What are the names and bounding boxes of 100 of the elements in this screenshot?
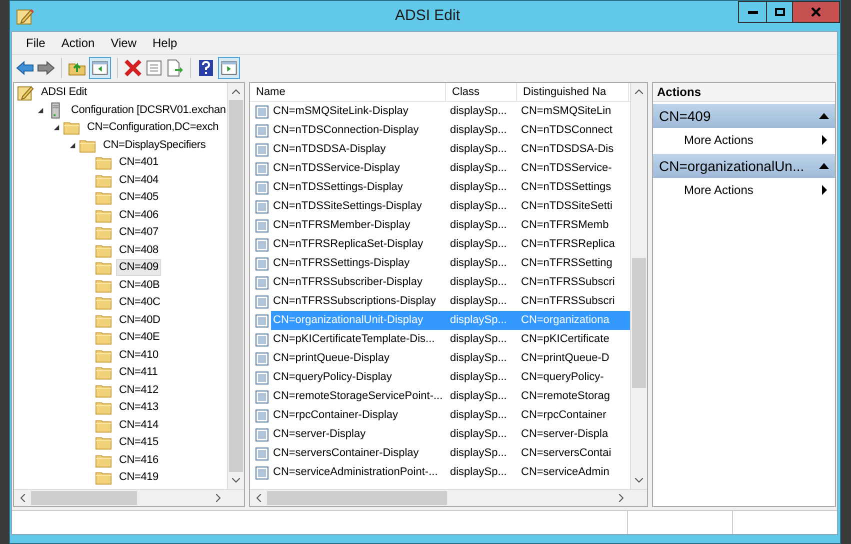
submenu-arrow-icon <box>822 185 827 195</box>
help-icon[interactable] <box>197 58 215 76</box>
back-arrow-icon[interactable] <box>16 60 34 76</box>
table-cell-text: displaySp... <box>449 446 508 462</box>
collapse-caret-icon[interactable] <box>819 113 829 119</box>
list-row[interactable]: CN=serviceAdministrationPoint-... displaySp... CN=serviceAdmin <box>271 463 630 482</box>
tree-item[interactable]: CN=409 <box>116 259 162 276</box>
table-cell-text: CN=nTFRSSettings-Display <box>272 256 411 272</box>
tree-item[interactable]: CN=40C <box>116 294 164 312</box>
export-list-icon[interactable] <box>166 58 184 76</box>
table-cell-text: CN=nTFRSSubscriber-Display <box>272 275 424 290</box>
list-row[interactable]: CN=nTFRSSubscriptions-Display displaySp... CN=nTFRSSubscri <box>271 292 630 311</box>
table-cell-text: CN=pKICertificate <box>520 332 610 348</box>
list-row[interactable]: CN=nTFRSSettings-Display displaySp... CN=nTFRSSetting <box>271 254 630 273</box>
list-row[interactable]: CN=pKICertificateTemplate-Dis... displaySp... CN=pKICertificate <box>271 330 630 349</box>
tree-item[interactable]: CN=Configuration,DC=exch <box>84 119 222 136</box>
list-row[interactable]: CN=nTDSDSA-Display displaySp... CN=nTDSDSA-Dis <box>271 140 630 159</box>
table-cell-text: CN=serversContainer-Display <box>272 446 420 462</box>
column-header[interactable]: Name <box>250 83 446 101</box>
scrollbar-thumb[interactable] <box>229 100 243 472</box>
tree-item[interactable]: CN=405 <box>116 189 162 206</box>
action-group-header[interactable]: CN=409 <box>653 104 835 128</box>
scrollbar-thumb[interactable] <box>632 258 646 388</box>
table-cell-text: CN=serversContai <box>520 446 612 462</box>
list-row[interactable]: CN=server-Display displaySp... CN=server-Displa <box>271 425 630 444</box>
document-list-icon <box>255 294 269 308</box>
tree-item[interactable]: CN=414 <box>116 416 162 434</box>
menu-item[interactable]: View <box>104 33 142 53</box>
column-header[interactable]: Distinguished Na <box>517 83 629 101</box>
menu-item[interactable]: File <box>20 33 52 53</box>
menu-item[interactable]: Action <box>55 33 101 53</box>
tree-item[interactable]: CN=407 <box>116 224 162 242</box>
document-list-icon <box>255 428 269 442</box>
table-cell-text: CN=nTDSSettings-Display <box>272 180 404 196</box>
table-cell-text: CN=rpcContainer <box>520 408 606 424</box>
table-cell-text: CN=nTFRSSubscri <box>520 275 615 290</box>
tree-item[interactable]: CN=412 <box>116 382 162 399</box>
table-cell-text: CN=nTDSSiteSetti <box>520 199 612 214</box>
tree-item[interactable]: CN=DisplaySpecifiers <box>100 136 209 154</box>
list-row[interactable]: CN=nTDSConnection-Display displaySp... CN=nTDSConnect <box>271 121 630 140</box>
list-row[interactable]: CN=nTDSService-Display displaySp... CN=nTDSService- <box>271 159 630 178</box>
list-row[interactable]: CN=queryPolicy-Display displaySp... CN=queryPolicy- <box>271 368 630 387</box>
delete-icon[interactable] <box>124 58 142 76</box>
table-cell-text: displaySp... <box>449 275 508 290</box>
table-cell-text: CN=queryPolicy-Display <box>272 370 393 386</box>
document-list-icon <box>255 370 269 384</box>
table-cell-text: CN=nTDSConnect <box>520 123 612 138</box>
column-header[interactable]: Class <box>446 83 517 101</box>
close-icon <box>811 7 821 17</box>
tree-item[interactable]: CN=404 <box>116 172 162 189</box>
tree-item[interactable]: CN=419 <box>116 469 162 486</box>
pane-toggle-icon[interactable] <box>89 56 111 78</box>
document-list-icon <box>255 276 269 290</box>
close-button[interactable] <box>793 2 839 22</box>
tree-item[interactable]: CN=410 <box>116 346 162 364</box>
table-cell-text: CN=nTFRSMember-Display <box>272 218 412 234</box>
document-list-icon <box>255 104 269 118</box>
tree-item[interactable]: CN=411 <box>116 364 161 382</box>
tree-item[interactable]: CN=413 <box>116 399 162 416</box>
list-row[interactable]: CN=serversContainer-Display displaySp... CN=serversContai <box>271 444 630 463</box>
tree-item[interactable]: CN=40D <box>116 312 164 329</box>
document-list-icon <box>255 238 269 252</box>
tree-item[interactable]: CN=416 <box>116 452 162 469</box>
table-cell-text: CN=nTDSSiteSettings-Display <box>272 199 423 214</box>
table-cell-text: CN=remoteStorag <box>520 389 610 404</box>
list-row[interactable]: CN=nTFRSSubscriber-Display displaySp... CN=nTFRSSubscri <box>271 273 630 292</box>
tree-item[interactable]: CN=40E <box>116 329 163 346</box>
action-link[interactable]: More Actions <box>684 181 754 199</box>
tree-item[interactable]: Configuration [DCSRV01.exchan <box>68 102 227 119</box>
scrollbar-thumb[interactable] <box>267 491 447 505</box>
list-row[interactable]: CN=nTDSSiteSettings-Display displaySp... CN=nTDSSiteSetti <box>271 197 630 216</box>
list-row[interactable]: CN=mSMQSiteLink-Display displaySp... CN=mSMQSiteLin <box>271 102 630 121</box>
document-list-icon <box>255 390 269 404</box>
action-group-header[interactable]: CN=organizationalUn... <box>653 154 835 178</box>
scrollbar-thumb[interactable] <box>31 491 137 505</box>
properties-icon[interactable] <box>145 58 163 76</box>
table-cell-text: displaySp... <box>449 370 508 386</box>
tree-item[interactable]: CN=40B <box>116 276 163 294</box>
list-row[interactable]: CN=nTFRSReplicaSet-Display displaySp... CN=nTFRSReplica <box>271 235 630 254</box>
list-row[interactable]: CN=printQueue-Display displaySp... CN=printQueue-D <box>271 349 630 368</box>
list-row[interactable]: CN=nTDSSettings-Display displaySp... CN=nTDSSettings <box>271 178 630 197</box>
tree-item[interactable]: CN=406 <box>116 206 162 224</box>
table-cell-text: CN=mSMQSiteLin <box>520 104 612 120</box>
tree-item[interactable]: ADSI Edit <box>38 84 90 102</box>
collapse-caret-icon[interactable] <box>819 163 829 169</box>
menu-item[interactable]: Help <box>146 33 184 53</box>
list-row[interactable]: CN=remoteStorageServicePoint-... displaySp... CN=remoteStorag <box>271 387 630 406</box>
table-cell-text: CN=nTFRSMemb <box>520 218 609 234</box>
list-row[interactable]: CN=nTFRSMember-Display displaySp... CN=nTFRSMemb <box>271 216 630 235</box>
forward-arrow-icon[interactable] <box>37 60 55 76</box>
action-link[interactable]: More Actions <box>684 131 754 149</box>
document-list-icon <box>255 218 269 232</box>
document-list-icon <box>255 200 269 214</box>
list-row[interactable]: CN=rpcContainer-Display displaySp... CN=rpcContainer <box>271 406 630 425</box>
table-cell-text: displaySp... <box>449 142 508 158</box>
tree-item[interactable]: CN=408 <box>116 242 162 259</box>
action-pane-icon[interactable] <box>218 56 240 78</box>
tree-item[interactable]: CN=401 <box>116 154 162 172</box>
maximize-icon <box>774 8 784 16</box>
tree-item[interactable]: CN=415 <box>116 434 162 452</box>
